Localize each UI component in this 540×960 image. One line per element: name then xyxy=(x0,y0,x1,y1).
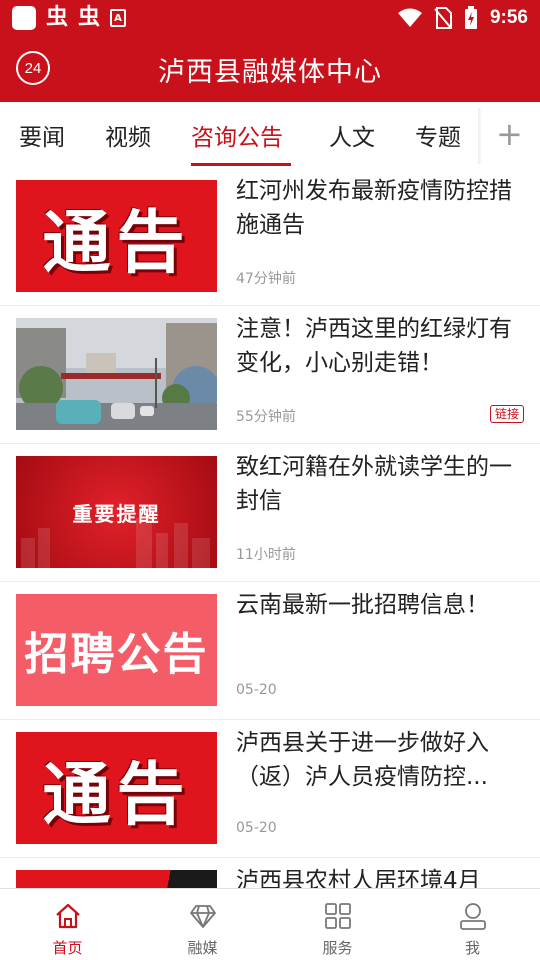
news-time: 11小时前 xyxy=(236,547,296,563)
nav-label: 融媒 xyxy=(187,939,218,957)
nav-services[interactable]: 服务 xyxy=(270,889,405,960)
no-sim-icon xyxy=(434,7,452,29)
app-notification-icon xyxy=(12,6,36,30)
news-thumbnail: 通告 xyxy=(16,180,217,292)
wifi-icon xyxy=(397,8,422,27)
bottom-navigation: 首页 融媒 服务 我 xyxy=(0,888,540,960)
home-icon xyxy=(53,901,83,931)
news-time: 55分钟前 xyxy=(236,409,296,425)
nav-home[interactable]: 首页 xyxy=(0,889,135,960)
plus-icon[interactable]: + xyxy=(496,118,523,150)
tab-announcements[interactable]: 咨询公告 xyxy=(191,102,283,168)
tab-topics[interactable]: 专题 xyxy=(415,102,461,168)
page-title: 泸西县融媒体中心 xyxy=(158,56,382,88)
nav-label: 首页 xyxy=(52,939,83,957)
user-icon xyxy=(458,901,488,931)
channel-tabs: 要闻 视频 咨询公告 人文 专题 党建 + xyxy=(0,102,540,168)
app-header: 24 泸西县融媒体中心 xyxy=(0,36,540,102)
tab-headlines[interactable]: 要闻 xyxy=(19,102,65,168)
news-title: 红河州发布最新疫情防控措施通告 xyxy=(236,178,512,238)
notification-glyph: 虫 xyxy=(46,5,69,30)
news-item[interactable]: 通告 红河州发布最新疫情防控措施通告 47分钟前 xyxy=(0,168,540,306)
news-title: 泸西县农村人居环境4月 xyxy=(236,868,481,888)
status-bar: 虫 虫 A 9:56 xyxy=(0,0,540,36)
tab-culture[interactable]: 人文 xyxy=(329,102,375,168)
news-thumbnail: 通告 xyxy=(16,732,217,844)
news-time: 05-20 xyxy=(236,682,277,698)
news-thumbnail-street-photo xyxy=(16,318,217,430)
news-thumbnail: 招聘公告 xyxy=(16,594,217,706)
clock: 9:56 xyxy=(489,7,528,28)
nav-media[interactable]: 融媒 xyxy=(135,889,270,960)
news-time: 47分钟前 xyxy=(236,271,296,287)
news-thumbnail xyxy=(16,870,217,888)
tab-divider-shadow xyxy=(478,108,482,164)
news-title: 注意！泸西这里的红绿灯有变化，小心别走错！ xyxy=(236,316,512,376)
news-title: 云南最新一批招聘信息！ xyxy=(236,592,489,618)
news-item[interactable]: 通告 泸西县关于进一步做好入（返）泸人员疫情防控... 05-20 xyxy=(0,720,540,858)
diamond-icon xyxy=(188,901,218,931)
nav-label: 我 xyxy=(464,939,480,957)
news-time: 05-20 xyxy=(236,820,277,836)
grid-icon xyxy=(323,901,353,931)
news-item[interactable]: 招聘公告 云南最新一批招聘信息！ 05-20 xyxy=(0,582,540,720)
font-notification-icon: A xyxy=(110,9,127,27)
link-badge: 链接 xyxy=(489,405,524,423)
thumbnail-text: 通告 xyxy=(42,203,191,283)
tab-video[interactable]: 视频 xyxy=(105,102,151,168)
thumbnail-text: 招聘公告 xyxy=(24,629,209,680)
nav-me[interactable]: 我 xyxy=(405,889,540,960)
status-bar-notifications: 虫 虫 A xyxy=(12,5,127,30)
thumbnail-text: 重要提醒 xyxy=(72,501,161,526)
news-list: 通告 红河州发布最新疫情防控措施通告 47分钟前 注意！泸西这里的红绿灯有变化，… xyxy=(0,168,540,888)
thumbnail-text: 通告 xyxy=(42,755,191,835)
active-tab-indicator xyxy=(191,163,291,166)
news-thumbnail: 重要提醒 xyxy=(16,456,217,568)
news-item[interactable]: 泸西县农村人居环境4月 xyxy=(0,858,540,888)
news-item[interactable]: 重要提醒 致红河籍在外就读学生的一封信 11小时前 xyxy=(0,444,540,582)
street-photo-image xyxy=(16,318,217,430)
nav-label: 服务 xyxy=(322,939,353,957)
news-title: 泸西县关于进一步做好入（返）泸人员疫情防控... xyxy=(236,730,489,790)
notification-glyph: 虫 xyxy=(78,5,101,30)
logo-24-icon[interactable]: 24 xyxy=(16,51,50,85)
news-item[interactable]: 注意！泸西这里的红绿灯有变化，小心别走错！ 55分钟前 链接 xyxy=(0,306,540,444)
status-bar-system: 9:56 xyxy=(397,6,528,30)
news-title: 致红河籍在外就读学生的一封信 xyxy=(236,454,512,514)
battery-charging-icon xyxy=(464,6,477,29)
